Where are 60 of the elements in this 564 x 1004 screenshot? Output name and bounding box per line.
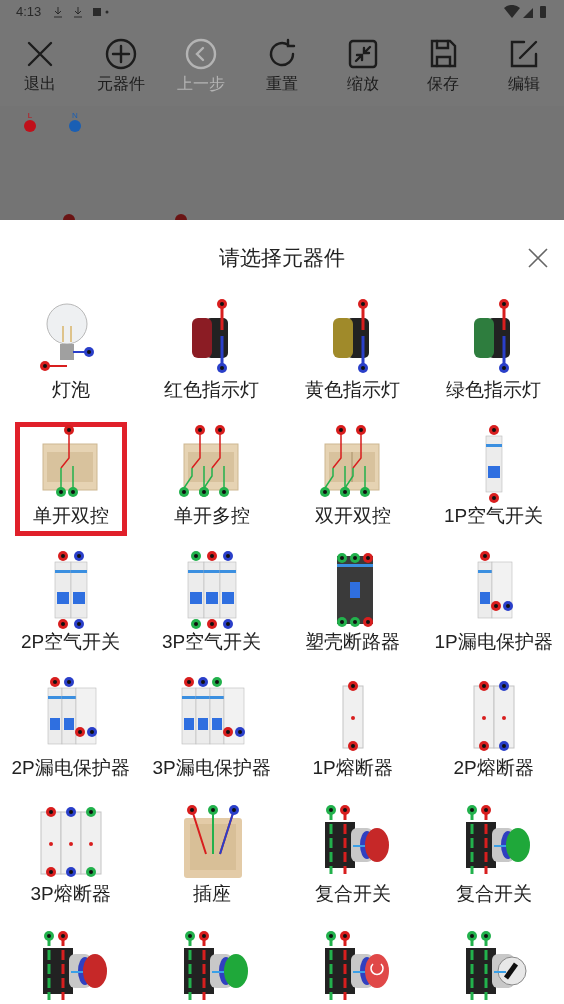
component-label: 2P熔断器 [453,756,534,780]
component-item[interactable]: 1P漏电保护器 [437,548,550,662]
component-item[interactable]: 3P空气开关 [155,548,268,662]
component-item[interactable]: 绿色指示灯 [437,296,550,410]
status-time: 4:13 [16,3,42,22]
component-item[interactable]: 双开双控 [296,422,409,536]
component-label: 3P熔断器 [30,882,111,906]
circuit-breaker-icon [483,422,504,506]
component-label: 红色指示灯 [164,378,259,402]
toolbar-button[interactable]: 退出 [6,38,74,106]
terminal-label: N [72,112,78,120]
toolbar-button[interactable]: 元器件 [86,38,155,106]
component-item[interactable]: 单开双控 [14,422,127,536]
component-item[interactable]: 黄色指示灯 [296,296,409,410]
component-item[interactable]: 复合开关 [296,800,409,914]
plus-circle-icon [104,38,137,70]
component-item[interactable]: 红色指示灯 [155,296,268,410]
circuit-breaker-icon [185,548,238,632]
component-label: 3P漏电保护器 [152,756,271,780]
component-label: 插座 [192,882,231,906]
component-label: 2P空气开关 [20,630,121,654]
component-item[interactable]: 3P漏电保护器 [155,674,268,788]
component-label: 复合开关 [314,882,391,906]
component-item[interactable]: 插座 [155,800,268,914]
component-item[interactable]: 2P熔断器 [437,674,550,788]
component-label: 单开双控 [32,504,109,528]
close-icon [526,246,550,270]
component-item[interactable]: 复合开关 [437,800,550,914]
component-label: 1P漏电保护器 [434,630,553,654]
component-label: 1P熔断器 [312,756,393,780]
component-item[interactable]: 1P熔断器 [296,674,409,788]
terminal-label: L [27,112,33,120]
component-label: 灯泡 [51,378,90,402]
component-item[interactable]: 灯泡 [14,296,127,410]
component-label: 绿色指示灯 [446,378,541,402]
system-status-icons [504,5,548,19]
component-item[interactable]: 2P空气开关 [14,548,127,662]
back-circle-icon [185,38,218,70]
component-label: 塑壳断路器 [305,630,400,654]
close-button[interactable] [526,246,550,270]
circuit-breaker-icon [52,548,89,632]
shrink-icon [346,38,379,70]
component-label: 黄色指示灯 [305,378,400,402]
component-item[interactable]: 1P空气开关 [437,422,550,536]
notification-icons [53,6,110,18]
component-label: 3P空气开关 [161,630,262,654]
component-item[interactable]: 3P熔断器 [14,800,127,914]
component-label: 2P漏电保护器 [11,756,130,780]
component-item[interactable]: 2P漏电保护器 [14,674,127,788]
toolbar-button[interactable]: 缩放 [328,38,397,106]
toolbar-button[interactable]: 编辑 [489,38,558,106]
sheet-title: 请选择元器件 [219,245,345,272]
component-label: 双开双控 [314,504,391,528]
component-item[interactable]: 塑壳断路器 [296,548,409,662]
component-label: 单开多控 [173,504,250,528]
toolbar-button[interactable]: 重置 [247,38,316,106]
component-label: 复合开关 [455,882,532,906]
component-item[interactable]: 单开多控 [155,422,268,536]
component-label: 1P空气开关 [443,504,544,528]
toolbar-button[interactable]: 保存 [409,38,478,106]
